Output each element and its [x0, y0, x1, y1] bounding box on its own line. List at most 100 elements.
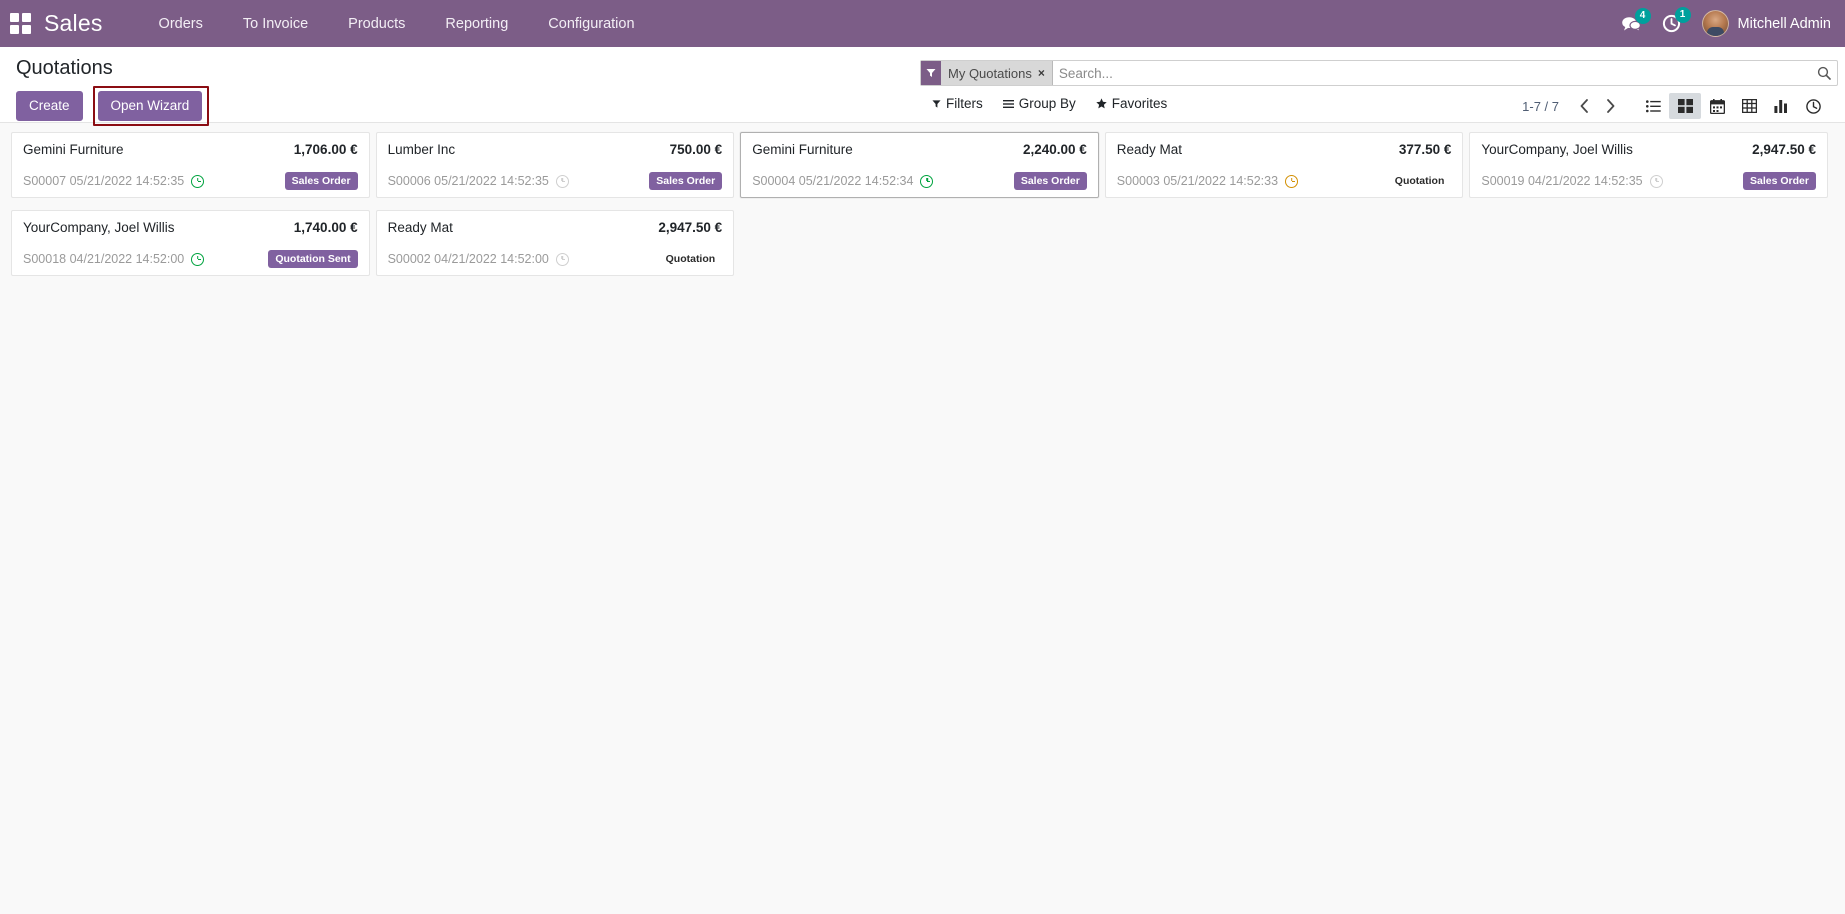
control-panel: Quotations Create Open Wizard My Quotati… — [0, 47, 1845, 126]
menu-item-configuration[interactable]: Configuration — [528, 10, 654, 38]
card-amount: 2,947.50 € — [1752, 142, 1816, 157]
kanban-view-icon[interactable] — [1669, 93, 1701, 119]
status-badge: Quotation Sent — [268, 250, 358, 268]
view-switcher — [1637, 93, 1829, 119]
card-reference-row: S00003 05/21/2022 14:52:33 — [1116, 174, 1299, 188]
group-by-dropdown[interactable]: Group By — [1002, 96, 1076, 111]
status-badge: Sales Order — [649, 172, 723, 190]
card-footer: S00006 05/21/2022 14:52:35 Sales Order — [388, 172, 723, 190]
pager-count: 1-7 / 7 — [1522, 98, 1559, 114]
card-footer: S00002 04/21/2022 14:52:00 Quotation — [388, 250, 723, 268]
app-brand-title[interactable]: Sales — [44, 10, 103, 37]
activities-menu[interactable]: 1 — [1662, 7, 1691, 33]
activity-view-icon[interactable] — [1797, 93, 1829, 119]
kanban-view: Gemini Furniture 1,706.00 € S00007 05/21/2… — [0, 123, 1845, 914]
navbar-right-section: 4 1 Mitchell Admin — [1621, 7, 1831, 37]
search-input[interactable] — [1052, 61, 1811, 85]
card-partner-name: Gemini Furniture — [23, 142, 124, 157]
create-button[interactable]: Create — [16, 91, 83, 121]
status-badge: Sales Order — [1013, 172, 1087, 190]
menu-item-reporting[interactable]: Reporting — [425, 10, 528, 38]
card-reference-label: S00018 04/21/2022 14:52:00 — [23, 252, 185, 266]
status-label: Quotation — [665, 253, 716, 265]
activity-clock-icon[interactable] — [920, 174, 934, 188]
card-amount: 1,706.00 € — [293, 142, 358, 157]
page-title: Quotations — [16, 57, 113, 79]
control-panel-left: Quotations Create Open Wizard — [16, 55, 210, 126]
list-bars-icon — [1002, 99, 1014, 109]
card-amount: 1,740.00 € — [293, 220, 358, 235]
card-partner-name: YourCompany, Joel Willis — [23, 220, 175, 235]
filters-dropdown[interactable]: Filters — [932, 96, 983, 111]
messages-menu[interactable]: 4 — [1621, 8, 1651, 32]
status-badge: Sales Order — [1743, 172, 1816, 190]
card-reference-row: S00018 04/21/2022 14:52:00 — [23, 252, 205, 266]
card-reference-row: S00006 05/21/2022 14:52:35 — [388, 174, 569, 188]
activity-clock-icon[interactable] — [555, 252, 569, 266]
menu-item-to-invoice[interactable]: To Invoice — [223, 10, 328, 38]
search-icon[interactable] — [1811, 61, 1837, 85]
group-by-label: Group By — [1018, 96, 1076, 111]
kanban-card[interactable]: Lumber Inc 750.00 € S00006 05/21/2022 14:5… — [375, 132, 735, 198]
apps-grid-icon[interactable] — [10, 12, 32, 35]
kanban-cell: YourCompany, Joel Willis 2,947.50 € S00019… — [1469, 132, 1834, 210]
avatar — [1701, 10, 1729, 37]
filter-funnel-icon — [921, 61, 941, 85]
kanban-card[interactable]: Gemini Furniture 2,240.00 € S00004 05/21/2… — [740, 132, 1099, 198]
card-reference-row: S00019 04/21/2022 14:52:35 — [1481, 174, 1663, 188]
card-header: Gemini Furniture 2,240.00 € — [752, 142, 1087, 157]
pivot-view-icon[interactable] — [1733, 93, 1765, 119]
chevron-left-icon[interactable] — [1571, 94, 1597, 118]
search-facet-my-quotations[interactable]: My Quotations × — [921, 61, 1053, 85]
card-reference-label: S00003 05/21/2022 14:52:33 — [1116, 174, 1279, 188]
menu-item-orders[interactable]: Orders — [139, 10, 223, 38]
open-wizard-button[interactable]: Open Wizard — [97, 91, 203, 121]
card-reference-row: S00002 04/21/2022 14:52:00 — [388, 252, 569, 266]
kanban-card[interactable]: YourCompany, Joel Willis 1,740.00 € S00018… — [11, 210, 370, 276]
card-reference-row: S00004 05/21/2022 14:52:34 — [752, 174, 934, 188]
kanban-cell: Ready Mat 2,947.50 € S00002 04/21/2022 14:… — [375, 210, 741, 288]
card-partner-name: Gemini Furniture — [752, 142, 853, 157]
card-amount: 2,240.00 € — [1022, 142, 1087, 157]
menu-item-products[interactable]: Products — [328, 10, 425, 38]
kanban-card[interactable]: Ready Mat 377.50 € S00003 05/21/2022 14:52… — [1104, 132, 1464, 198]
close-icon[interactable]: × — [1038, 67, 1052, 79]
card-header: YourCompany, Joel Willis 1,740.00 € — [23, 220, 358, 235]
chevron-right-icon[interactable] — [1597, 94, 1623, 118]
list-view-icon[interactable] — [1637, 93, 1669, 119]
filter-funnel-icon — [932, 99, 941, 109]
kanban-cell: Gemini Furniture 2,240.00 € S00004 05/21/2… — [740, 132, 1105, 210]
kanban-cell: YourCompany, Joel Willis 1,740.00 € S00018… — [11, 210, 376, 288]
graph-view-icon[interactable] — [1765, 93, 1797, 119]
user-name-label: Mitchell Admin — [1737, 15, 1831, 32]
user-menu[interactable]: Mitchell Admin — [1701, 10, 1831, 37]
activity-clock-icon[interactable] — [1285, 174, 1299, 188]
activity-clock-icon[interactable] — [555, 174, 569, 188]
search-facet-label: My Quotations — [948, 65, 1032, 81]
kanban-card[interactable]: YourCompany, Joel Willis 2,947.50 € S00019… — [1469, 132, 1828, 198]
card-reference-label: S00019 04/21/2022 14:52:35 — [1481, 174, 1643, 188]
main-menu: Orders To Invoice Products Reporting Con… — [139, 10, 655, 38]
card-footer: S00019 04/21/2022 14:52:35 Sales Order — [1481, 172, 1816, 190]
card-footer: S00004 05/21/2022 14:52:34 Sales Order — [752, 172, 1087, 190]
kanban-card[interactable]: Gemini Furniture 1,706.00 € S00007 05/21/2… — [11, 132, 370, 198]
activity-clock-icon[interactable] — [191, 174, 205, 188]
status-label: Quotation — [1394, 175, 1445, 187]
card-reference-row: S00007 05/21/2022 14:52:35 — [23, 174, 205, 188]
card-reference-label: S00006 05/21/2022 14:52:35 — [387, 174, 549, 188]
calendar-view-icon[interactable] — [1701, 93, 1733, 119]
activity-clock-icon[interactable] — [1649, 174, 1663, 188]
card-partner-name: Ready Mat — [387, 220, 453, 235]
star-icon — [1096, 98, 1107, 109]
card-header: Ready Mat 377.50 € — [1117, 142, 1452, 157]
messages-badge: 4 — [1634, 8, 1651, 24]
kanban-card[interactable]: Ready Mat 2,947.50 € S00002 04/21/2022 14:… — [375, 210, 735, 276]
card-header: Ready Mat 2,947.50 € — [388, 220, 723, 235]
card-amount: 377.50 € — [1398, 142, 1452, 157]
filters-label: Filters — [946, 96, 983, 111]
card-partner-name: Lumber Inc — [387, 142, 456, 157]
search-bar[interactable]: My Quotations × — [920, 60, 1838, 86]
favorites-dropdown[interactable]: Favorites — [1096, 96, 1167, 111]
activity-clock-icon[interactable] — [191, 252, 205, 266]
open-wizard-button-wrapper: Open Wizard — [92, 86, 210, 126]
